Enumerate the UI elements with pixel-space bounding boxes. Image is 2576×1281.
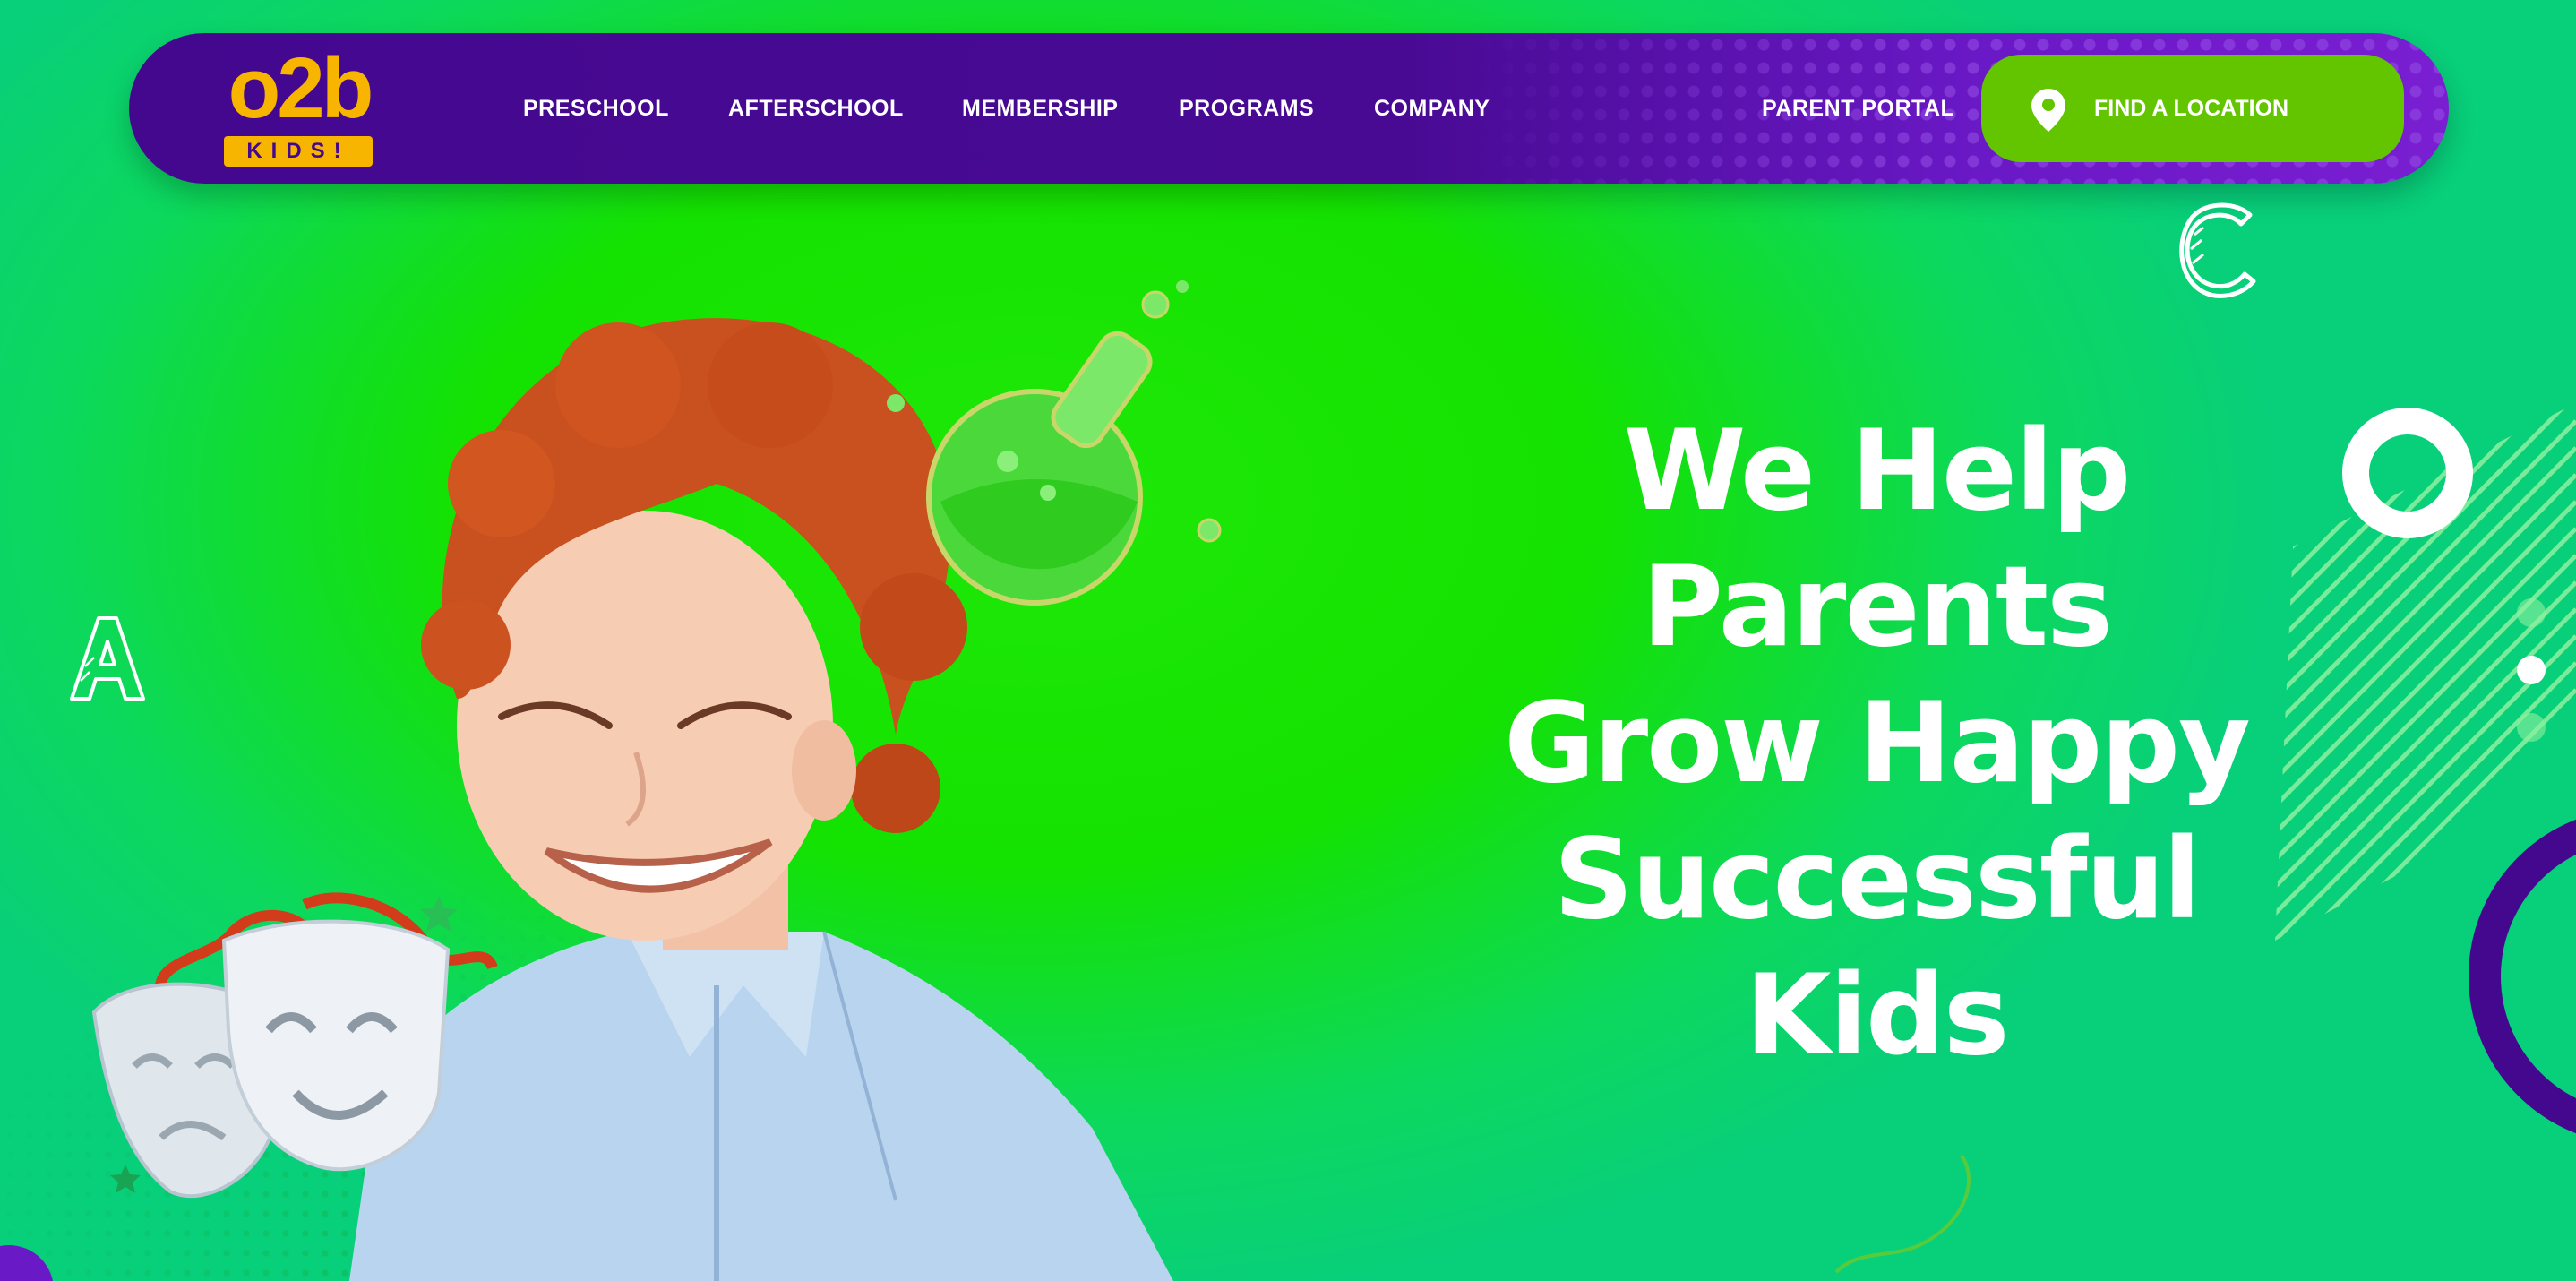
hero-headline: We Help Parents Grow Happy Successful Ki…	[1451, 403, 2302, 1084]
headline-line: Kids	[1745, 951, 2009, 1080]
dots-decoration	[2517, 598, 2546, 742]
nav-item-programs[interactable]: PROGRAMS	[1179, 94, 1314, 123]
letter-c-icon	[2179, 202, 2256, 298]
parent-portal-link[interactable]: PARENT PORTAL	[1762, 94, 1954, 123]
theater-masks-icon	[91, 892, 498, 1199]
headline-line: Grow Happy	[1504, 679, 2251, 808]
main-navbar: o2b KIDS! PRESCHOOL AFTERSCHOOL MEMBERSH…	[129, 33, 2449, 184]
corner-decoration	[0, 1245, 53, 1281]
headline-line: We Help	[1623, 407, 2132, 536]
nav-item-afterschool[interactable]: AFTERSCHOOL	[728, 94, 904, 123]
find-location-label: FIND A LOCATION	[2094, 96, 2289, 121]
find-location-button[interactable]: FIND A LOCATION	[1981, 55, 2404, 162]
nav-item-preschool[interactable]: PRESCHOOL	[523, 94, 669, 123]
logo-wordmark: o2b	[228, 40, 374, 136]
nav-item-membership[interactable]: MEMBERSHIP	[962, 94, 1118, 123]
letter-a-icon	[70, 616, 145, 701]
headline-line: Successful	[1553, 815, 2201, 944]
logo-subtitle: KIDS!	[224, 136, 373, 167]
map-pin-icon	[2031, 89, 2065, 132]
ring-icon	[2342, 408, 2473, 538]
flask-icon	[887, 280, 1222, 606]
nav-item-company[interactable]: COMPANY	[1374, 94, 1490, 123]
purple-arc-decoration	[2469, 819, 2576, 1134]
headline-line: Parents	[1642, 543, 2113, 672]
squiggle-decoration	[1834, 1154, 1971, 1274]
o2b-kids-logo[interactable]: o2b KIDS!	[219, 44, 380, 168]
